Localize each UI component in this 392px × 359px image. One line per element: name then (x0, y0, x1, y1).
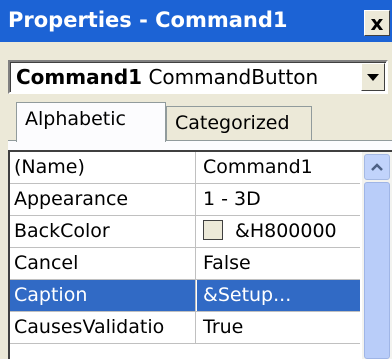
property-value[interactable]: False (197, 248, 360, 279)
property-value[interactable]: 1 - 3D (197, 184, 360, 215)
dropdown-button[interactable] (361, 63, 385, 91)
color-swatch (203, 220, 223, 240)
object-name: Command1 (16, 65, 143, 89)
property-name: Appearance (10, 184, 196, 215)
tab-alphabetic[interactable]: Alphabetic (16, 102, 166, 142)
chevron-down-icon (367, 73, 379, 81)
close-button[interactable]: x (364, 10, 390, 36)
chevron-up-icon (371, 163, 383, 171)
title-bar[interactable]: Properties - Command1 x (0, 0, 392, 42)
scroll-up-button[interactable] (364, 154, 390, 180)
property-row-causesvalidation[interactable]: CausesValidatio True (10, 312, 360, 344)
property-value[interactable]: True (197, 312, 360, 343)
property-name: (Name) (10, 152, 196, 183)
vertical-scrollbar[interactable] (362, 152, 392, 359)
properties-window: Properties - Command1 x Command1 Command… (0, 0, 392, 359)
property-name: Cancel (10, 248, 196, 279)
property-row-backcolor[interactable]: BackColor &H800000 (10, 216, 360, 248)
object-type: CommandButton (148, 65, 319, 89)
property-name: BackColor (10, 216, 196, 247)
scroll-thumb[interactable] (364, 182, 390, 359)
property-row-caption[interactable]: Caption &Setup... (10, 280, 360, 312)
object-selector-dropdown[interactable]: Command1 CommandButton (8, 60, 388, 94)
property-name: CausesValidatio (10, 312, 196, 343)
close-icon: x (370, 11, 384, 35)
property-row-cancel[interactable]: Cancel False (10, 248, 360, 280)
property-value[interactable]: &H800000 (197, 216, 360, 247)
tab-strip: Alphabetic Categorized (8, 100, 392, 144)
property-value[interactable]: &Setup... (197, 280, 360, 311)
property-value[interactable]: Command1 (197, 152, 360, 183)
property-value-text: &H800000 (235, 220, 337, 242)
tab-categorized[interactable]: Categorized (166, 106, 312, 140)
object-selector-text: Command1 CommandButton (16, 64, 318, 90)
property-row-name[interactable]: (Name) Command1 (10, 152, 360, 184)
property-name: Caption (10, 280, 196, 311)
window-title: Properties - Command1 (8, 8, 288, 32)
property-row-appearance[interactable]: Appearance 1 - 3D (10, 184, 360, 216)
property-grid: (Name) Command1 Appearance 1 - 3D BackCo… (8, 150, 392, 359)
